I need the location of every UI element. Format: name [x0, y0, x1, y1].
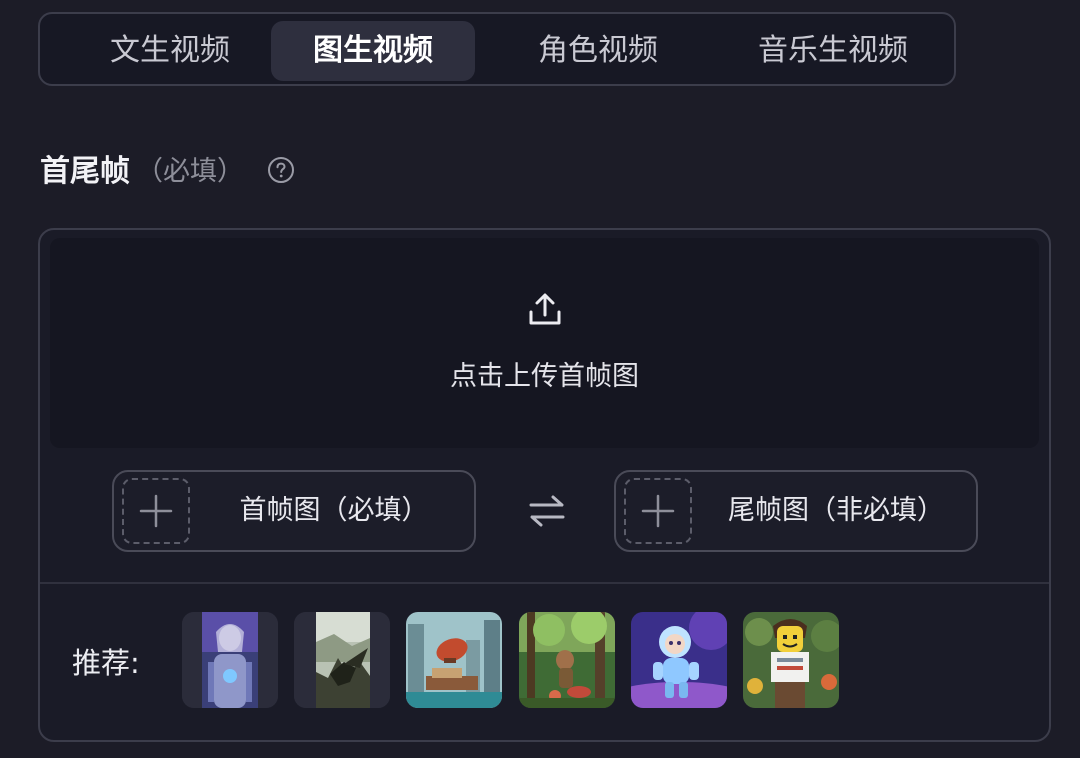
last-frame-button[interactable]: 尾帧图（非必填） [614, 470, 978, 552]
mode-tabs: 文生视频 图生视频 角色视频 音乐生视频 [38, 12, 956, 86]
tab-image-to-video[interactable]: 图生视频 [271, 21, 475, 81]
recommend-thumbnail-cyborg-woman[interactable] [182, 612, 278, 708]
upload-dropzone[interactable]: 点击上传首帧图 [50, 238, 1039, 448]
upload-text: 点击上传首帧图 [450, 361, 639, 392]
question-circle-icon[interactable] [267, 156, 295, 184]
first-frame-button[interactable]: 首帧图（必填） [112, 470, 476, 552]
tab-music-to-video[interactable]: 音乐生视频 [730, 21, 936, 81]
plus-icon [139, 494, 173, 528]
first-last-frame-card: 点击上传首帧图 首帧图（必填） 尾帧图（非必填） 推荐: [38, 228, 1051, 742]
first-frame-slot [122, 478, 190, 544]
recommend-thumbnail-lego-figure[interactable] [743, 612, 839, 708]
tab-text-to-video[interactable]: 文生视频 [70, 21, 270, 81]
recommend-label: 推荐: [72, 646, 140, 680]
required-hint: （必填） [136, 155, 244, 187]
plus-icon [641, 494, 675, 528]
section-header: 首尾帧 （必填） [40, 146, 244, 190]
divider [40, 582, 1049, 584]
recommend-thumbnail-glass-astronaut[interactable] [631, 612, 727, 708]
recommend-thumbnail-forest-girl[interactable] [519, 612, 615, 708]
tab-character-video[interactable]: 角色视频 [503, 21, 693, 81]
upload-icon [529, 293, 561, 325]
first-frame-label: 首帧图（必填） [239, 495, 429, 526]
last-frame-slot [624, 478, 692, 544]
recommend-thumbnail-airship-city[interactable] [406, 612, 502, 708]
recommend-thumbnail-dragon-cliff[interactable] [294, 612, 390, 708]
last-frame-label: 尾帧图（非必填） [728, 495, 944, 526]
section-title: 首尾帧 [40, 154, 130, 189]
swap-arrows-icon[interactable] [528, 494, 566, 528]
